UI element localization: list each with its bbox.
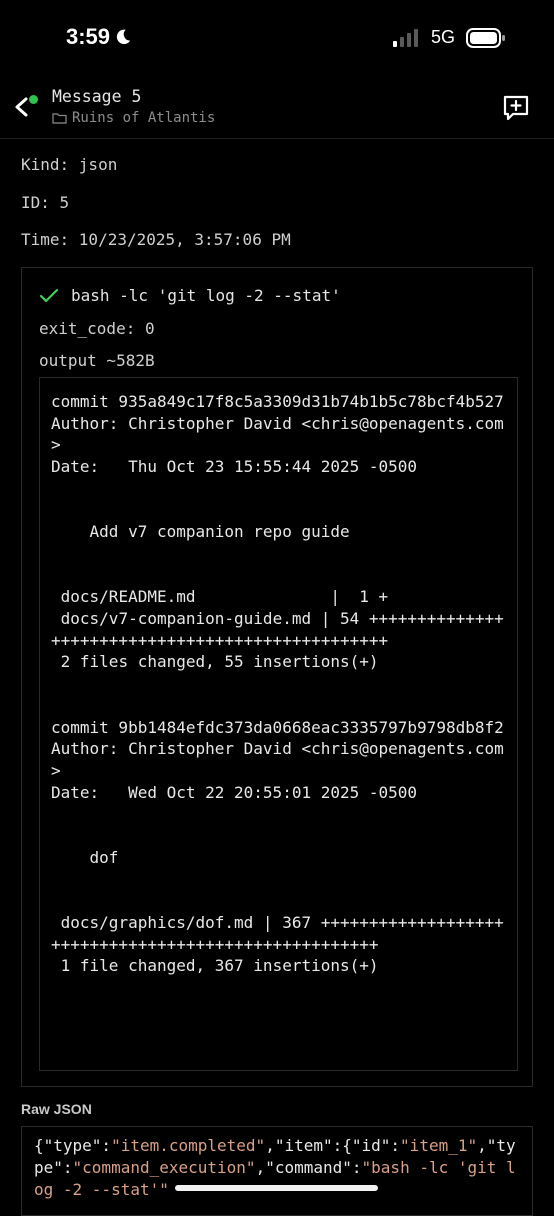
status-clock: 3:59: [66, 24, 132, 50]
output-panel[interactable]: commit 935a849c17f8c5a3309d31b74b1b5c78b…: [39, 377, 518, 1071]
project-subtitle[interactable]: Ruins of Atlantis: [52, 110, 215, 126]
tool-call-card: bash -lc 'git log -2 --stat' exit_code: …: [21, 267, 533, 1087]
status-time: 3:59: [66, 24, 111, 49]
online-status-dot: [29, 95, 38, 104]
raw-json-label: Raw JSON: [21, 1101, 92, 1117]
app-header: Message 5 Ruins of Atlantis: [0, 76, 554, 139]
moon-icon: [116, 29, 131, 45]
command-output: commit 935a849c17f8c5a3309d31b74b1b5c78b…: [51, 392, 504, 976]
network-type: 5G: [431, 27, 456, 47]
folder-icon: [52, 113, 67, 124]
command-row: bash -lc 'git log -2 --stat': [39, 286, 341, 305]
signal-icon: [393, 29, 418, 47]
json-string-token: "command_execution": [72, 1158, 256, 1177]
status-bar: 3:59 5G: [0, 0, 554, 74]
json-punct-token: ,"command":: [255, 1158, 362, 1177]
battery-icon: [466, 28, 505, 48]
project-name: Ruins of Atlantis: [72, 110, 216, 126]
command-text: bash -lc 'git log -2 --stat': [71, 286, 341, 305]
kind-label: Kind: json: [21, 155, 118, 174]
output-label: output ~582B: [39, 351, 155, 370]
json-string-token: "item_1": [400, 1136, 478, 1155]
message-title: Message 5: [52, 87, 142, 106]
json-punct-token: ,"item":{"id":: [265, 1136, 401, 1155]
json-string-token: "item.completed": [111, 1136, 266, 1155]
new-message-icon[interactable]: [503, 95, 529, 121]
raw-json-panel[interactable]: {"type":"item.completed","item":{"id":"i…: [21, 1126, 533, 1216]
id-label: ID: 5: [21, 193, 70, 212]
raw-json-content: {"type":"item.completed","item":{"id":"i…: [34, 1135, 524, 1201]
time-label: Time: 10/23/2025, 3:57:06 PM: [21, 230, 291, 249]
json-punct-token: {"type":: [34, 1136, 112, 1155]
exit-code: exit_code: 0: [39, 319, 155, 338]
check-icon: [39, 288, 59, 302]
home-indicator[interactable]: [175, 1185, 378, 1191]
